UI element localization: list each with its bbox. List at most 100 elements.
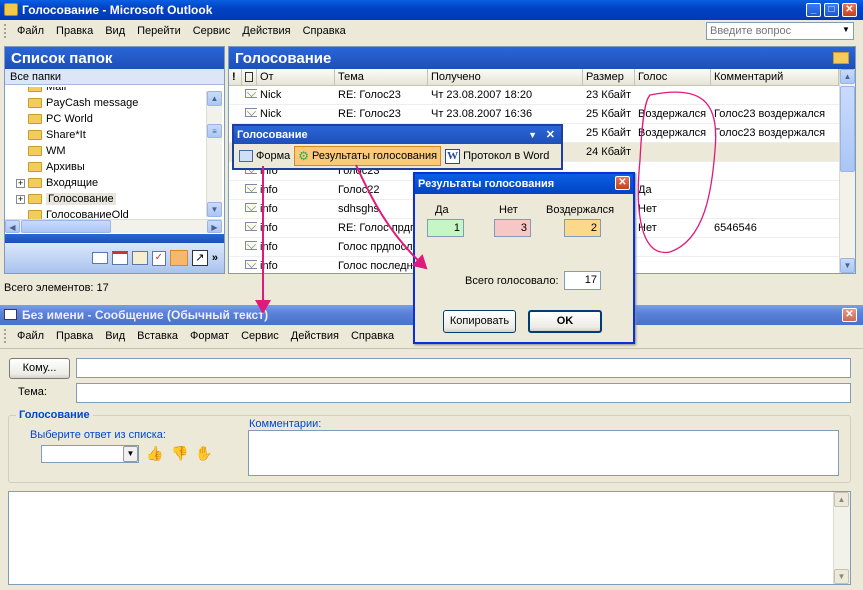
col-size[interactable]: Размер bbox=[583, 69, 635, 85]
scroll-down-icon[interactable]: ▼ bbox=[834, 569, 849, 584]
mail-icon[interactable] bbox=[92, 252, 108, 264]
subject-field[interactable] bbox=[76, 383, 851, 403]
comments-textarea[interactable] bbox=[248, 430, 839, 476]
expand-icon[interactable]: + bbox=[16, 195, 25, 204]
expand-icon[interactable]: + bbox=[16, 179, 25, 188]
folder-hscrollbar[interactable]: ◀ ▶ bbox=[5, 219, 222, 233]
form-button[interactable]: Форма bbox=[237, 146, 292, 166]
window-title: Голосование - Microsoft Outlook bbox=[22, 3, 212, 17]
folder-icon bbox=[28, 87, 42, 92]
ask-question-input[interactable] bbox=[706, 22, 854, 40]
contacts-icon[interactable] bbox=[132, 251, 148, 265]
col-comment[interactable]: Комментарий bbox=[711, 69, 839, 85]
configure-buttons-icon[interactable]: » bbox=[212, 252, 218, 264]
scroll-down-icon[interactable]: ▼ bbox=[207, 202, 222, 217]
menu-file[interactable]: Файл bbox=[11, 25, 50, 37]
scroll-right-icon[interactable]: ▶ bbox=[207, 220, 222, 233]
dialog-close-button[interactable]: ✕ bbox=[615, 176, 630, 190]
folder-item[interactable]: +Входящие bbox=[16, 175, 208, 191]
folder-icon bbox=[28, 194, 42, 204]
msg-menu-insert[interactable]: Вставка bbox=[131, 330, 184, 342]
folder-scrollbar[interactable]: ▲ ≡ ▼ bbox=[206, 91, 222, 217]
col-received[interactable]: Получено bbox=[428, 69, 583, 85]
folder-item-selected[interactable]: +Голосование bbox=[16, 191, 208, 207]
scroll-down-icon[interactable]: ▼ bbox=[840, 258, 855, 273]
col-vote[interactable]: Голос bbox=[635, 69, 711, 85]
menu-go[interactable]: Перейти bbox=[131, 25, 187, 37]
message-separator bbox=[0, 348, 863, 349]
voting-toolbar-titlebar: Голосование ▼ ✕ bbox=[234, 126, 561, 144]
total-voted-value: 17 bbox=[564, 271, 601, 290]
chevron-down-icon[interactable]: ▼ bbox=[123, 446, 138, 462]
close-button[interactable]: ✕ bbox=[842, 3, 857, 17]
folder-icon bbox=[28, 114, 42, 124]
col-importance[interactable]: ! bbox=[229, 69, 242, 85]
table-row[interactable]: NickRE: Голос23Чт 23.08.2007 18:2023 Кба… bbox=[229, 86, 855, 105]
folder-item[interactable]: PC World bbox=[28, 111, 208, 127]
scroll-left-icon[interactable]: ◀ bbox=[5, 220, 20, 233]
scroll-up-icon[interactable]: ▲ bbox=[840, 69, 855, 84]
folder-item[interactable]: ГолосованиеOld bbox=[28, 207, 208, 219]
answer-select[interactable]: ▼ bbox=[41, 445, 139, 463]
folder-item[interactable]: Mail bbox=[28, 87, 208, 95]
toolbar-options-icon[interactable]: ▼ bbox=[528, 126, 537, 144]
scroll-thumb[interactable]: ≡ bbox=[207, 124, 222, 138]
ok-button[interactable]: OK bbox=[528, 310, 602, 333]
message-body[interactable]: ▲ ▼ bbox=[8, 491, 851, 585]
folder-item[interactable]: Share*It bbox=[28, 127, 208, 143]
abstain-hand-icon[interactable]: ✋ bbox=[195, 445, 212, 462]
calendar-icon[interactable] bbox=[112, 251, 128, 265]
envelope-icon bbox=[245, 108, 257, 117]
scroll-up-icon[interactable]: ▲ bbox=[207, 91, 222, 106]
maximize-button[interactable]: □ bbox=[824, 3, 839, 17]
comments-label: Комментарии: bbox=[249, 418, 321, 430]
toolbar-close-icon[interactable]: ✕ bbox=[546, 126, 555, 144]
msg-menu-actions[interactable]: Действия bbox=[285, 330, 345, 342]
results-icon: ⚙ bbox=[298, 149, 309, 163]
msg-menu-edit[interactable]: Правка bbox=[50, 330, 99, 342]
to-button[interactable]: Кому... bbox=[9, 358, 70, 379]
folder-open-icon[interactable] bbox=[833, 52, 849, 64]
word-protocol-button[interactable]: W Протокол в Word bbox=[443, 146, 551, 166]
thumbs-up-icon[interactable]: 👍 bbox=[146, 445, 163, 462]
folder-icon bbox=[28, 162, 42, 172]
thumbs-down-icon[interactable]: 👎 bbox=[171, 445, 188, 462]
copy-button[interactable]: Копировать bbox=[443, 310, 516, 333]
tasks-icon[interactable]: ✓ bbox=[152, 251, 166, 266]
folder-item[interactable]: PayCash message bbox=[28, 95, 208, 111]
col-subject[interactable]: Тема bbox=[335, 69, 428, 85]
scroll-thumb[interactable] bbox=[840, 86, 855, 172]
menu-edit[interactable]: Правка bbox=[50, 25, 99, 37]
scroll-up-icon[interactable]: ▲ bbox=[834, 492, 849, 507]
menu-help[interactable]: Справка bbox=[297, 25, 352, 37]
message-close-button[interactable]: ✕ bbox=[842, 308, 857, 322]
folder-item[interactable]: Архивы bbox=[28, 159, 208, 175]
msg-menu-file[interactable]: Файл bbox=[11, 330, 50, 342]
no-count: 3 bbox=[494, 219, 531, 237]
subject-label: Тема: bbox=[18, 386, 47, 398]
folders-icon[interactable] bbox=[170, 250, 188, 266]
msg-menu-view[interactable]: Вид bbox=[99, 330, 131, 342]
ask-dropdown-icon[interactable]: ▼ bbox=[842, 25, 850, 34]
body-scrollbar[interactable]: ▲ ▼ bbox=[833, 492, 850, 584]
msg-menu-tools[interactable]: Сервис bbox=[235, 330, 285, 342]
table-row[interactable]: NickRE: Голос23Чт 23.08.2007 16:3625 Кба… bbox=[229, 105, 855, 124]
voting-results-button[interactable]: ⚙ Результаты голосования bbox=[294, 146, 441, 166]
to-field[interactable] bbox=[76, 358, 851, 378]
menu-view[interactable]: Вид bbox=[99, 25, 131, 37]
results-dialog-titlebar: Результаты голосования ✕ bbox=[415, 174, 633, 194]
menu-actions[interactable]: Действия bbox=[236, 25, 296, 37]
folder-item[interactable]: WM bbox=[28, 143, 208, 159]
shortcuts-icon[interactable]: ↗ bbox=[192, 250, 208, 266]
msg-menu-help[interactable]: Справка bbox=[345, 330, 400, 342]
outlook-titlebar: Голосование - Microsoft Outlook _ □ ✕ bbox=[0, 0, 863, 20]
col-icon[interactable] bbox=[242, 69, 257, 85]
minimize-button[interactable]: _ bbox=[806, 3, 821, 17]
col-from[interactable]: От bbox=[257, 69, 335, 85]
mail-scrollbar[interactable]: ▲ ▼ bbox=[839, 69, 855, 273]
hscroll-thumb[interactable] bbox=[21, 220, 111, 233]
menu-tools[interactable]: Сервис bbox=[187, 25, 237, 37]
form-button-label: Форма bbox=[256, 150, 290, 162]
msg-menu-format[interactable]: Формат bbox=[184, 330, 235, 342]
pane-splitter[interactable] bbox=[5, 234, 224, 243]
